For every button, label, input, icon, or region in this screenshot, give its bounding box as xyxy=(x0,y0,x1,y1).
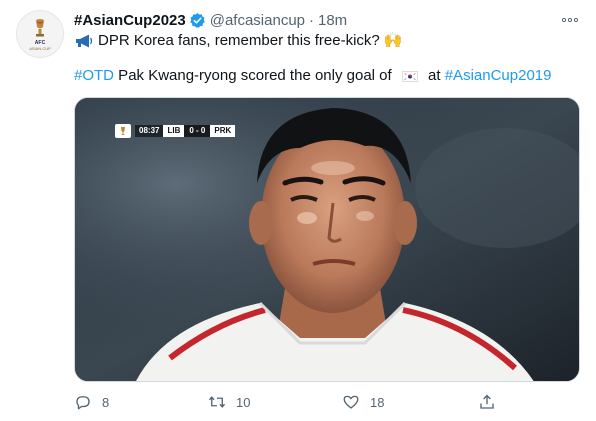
verified-badge-icon xyxy=(189,12,205,28)
retweet-count: 10 xyxy=(236,394,251,410)
match-clock: 08:37 xyxy=(135,125,164,137)
tweet-text: Pak Kwang-ryong scored the only goal of xyxy=(114,67,396,84)
away-team: PRK xyxy=(210,125,236,137)
avatar[interactable]: AFC ASIAN CUP xyxy=(16,10,64,58)
display-name[interactable]: #AsianCup2023 xyxy=(74,12,186,29)
player-closeup-image xyxy=(75,98,579,381)
tweet-text-line-1: DPR Korea fans, remember this free-kick?… xyxy=(74,31,402,51)
hashtag-otd-link[interactable]: #OTD xyxy=(74,66,114,86)
reply-count: 8 xyxy=(102,394,110,410)
afc-logo-icon xyxy=(115,124,131,138)
tweet-card[interactable]: AFC ASIAN CUP #AsianCup2023 @afcasiancup… xyxy=(0,0,596,421)
tweet-actions: 8 10 18 xyxy=(74,392,514,412)
south-korea-flag-icon xyxy=(401,70,418,82)
raising-hands-emoji: 🙌 xyxy=(383,32,403,49)
tweet-header: #AsianCup2023 @afcasiancup · 18m xyxy=(74,10,347,30)
tweet-text: DPR Korea fans, remember this free-kick? xyxy=(98,32,380,49)
timestamp[interactable]: 18m xyxy=(318,12,347,29)
hashtag-asiancup2019-link[interactable]: #AsianCup2019 xyxy=(445,66,552,86)
like-button[interactable]: 18 xyxy=(342,392,384,412)
home-team: LIB xyxy=(163,125,185,137)
megaphone-icon xyxy=(76,34,93,48)
share-icon xyxy=(480,394,494,409)
match-score: 0 - 0 xyxy=(184,125,211,137)
separator-dot: · xyxy=(309,11,314,29)
tweet-text: at xyxy=(423,67,445,84)
like-count: 18 xyxy=(370,394,385,410)
like-icon xyxy=(343,395,359,409)
avatar-logo-subtext: ASIAN CUP xyxy=(29,45,51,51)
trophy-logo-icon xyxy=(36,18,44,36)
retweet-icon xyxy=(208,396,226,408)
user-handle[interactable]: @afcasiancup xyxy=(210,12,305,29)
match-scorebug: 08:37 LIB 0 - 0 PRK xyxy=(115,124,236,138)
share-button[interactable] xyxy=(478,392,506,412)
tweet-text-line-2: #OTD Pak Kwang-ryong scored the only goa… xyxy=(74,66,551,86)
video-media[interactable]: 08:37 LIB 0 - 0 PRK xyxy=(74,97,580,382)
reply-button[interactable]: 8 xyxy=(74,392,109,412)
more-icon[interactable] xyxy=(560,10,580,30)
retweet-button[interactable]: 10 xyxy=(208,392,250,412)
reply-icon xyxy=(76,396,90,410)
